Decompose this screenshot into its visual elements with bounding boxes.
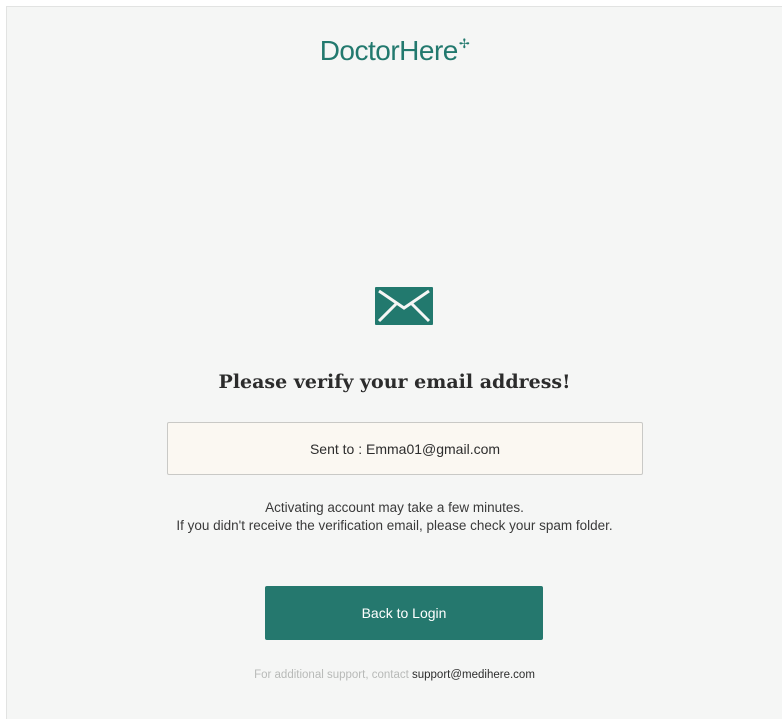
sent-to-text: Sent to : Emma01@gmail.com	[309, 440, 501, 457]
verification-page: DoctorHere✢ Please verify your email add…	[6, 6, 782, 719]
support-prefix: For additional support, contact	[254, 669, 412, 681]
brand-spark-icon: ✢	[458, 36, 470, 51]
support-email-link[interactable]: support@medihere.com	[412, 669, 535, 681]
page-title: Please verify your email address!	[218, 371, 571, 393]
brand-name: DoctorHere	[319, 35, 459, 66]
back-to-login-button[interactable]: Back to Login	[265, 586, 543, 640]
info-text: Activating account may take a few minute…	[7, 499, 782, 535]
info-line-2: If you didn't receive the verification e…	[176, 518, 613, 533]
brand-logo[interactable]: DoctorHere✢	[7, 35, 782, 67]
sent-to-box: Sent to : Emma01@gmail.com	[167, 422, 643, 475]
support-text: For additional support, contact support@…	[7, 669, 782, 681]
envelope-icon	[375, 287, 433, 325]
info-line-1: Activating account may take a few minute…	[265, 500, 524, 515]
